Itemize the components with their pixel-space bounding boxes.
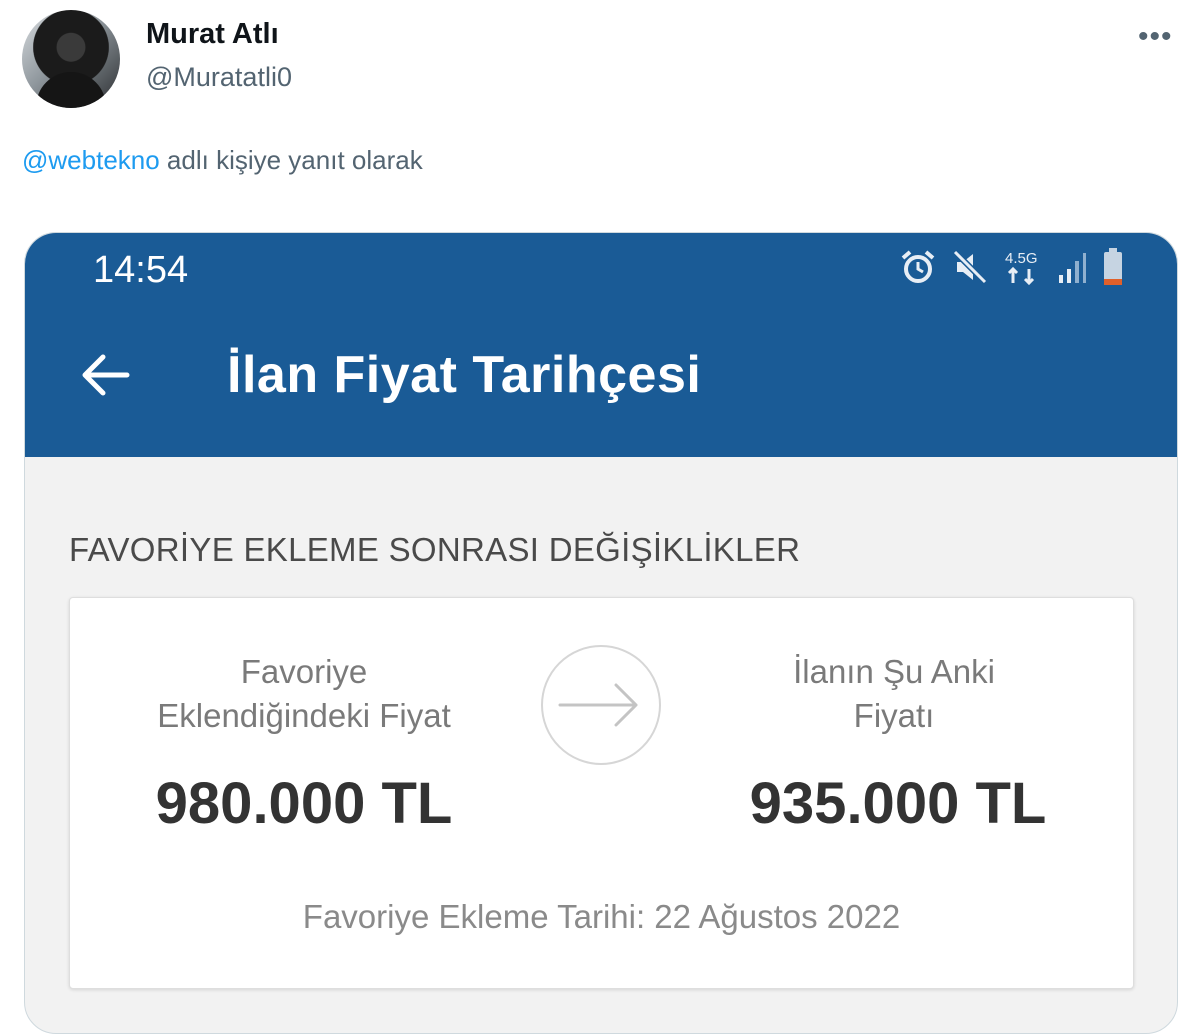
back-arrow-icon[interactable] (77, 351, 133, 399)
avatar-silhouette (36, 72, 106, 108)
current-price-value: 935.000 TL (749, 771, 1047, 836)
current-price-label-line2: Fiyatı (853, 697, 935, 734)
app-bar-title: İlan Fiyat Tarihçesi (227, 346, 702, 404)
arrow-right-icon (541, 645, 661, 765)
favorited-price-value: 980.000 TL (155, 771, 453, 836)
current-price-label: İlanın Şu Anki Fiyatı (714, 650, 1074, 738)
battery-icon (1104, 248, 1122, 285)
favorite-date: Favoriye Ekleme Tarihi: 22 Ağustos 2022 (302, 898, 901, 935)
favorited-price-label-line2: Eklendiğindeki Fiyat (157, 697, 451, 734)
reply-context: @webtekno adlı kişiye yanıt olarak (22, 145, 423, 176)
svg-text:4.5G: 4.5G (1005, 250, 1038, 267)
app-bar: 14:54 4.5G İlan Fiyat Tarihçesi (25, 233, 1177, 457)
reply-mention-link[interactable]: @webtekno (22, 145, 160, 175)
network-4.5g-icon: 4.5G (1005, 250, 1038, 286)
price-history-card: Favoriye Eklendiğindeki Fiyat İlanın Şu … (69, 597, 1134, 989)
section-label: FAVORİYE EKLEME SONRASI DEĞİŞİKLİKLER (69, 531, 801, 568)
user-name[interactable]: Murat Atlı (146, 18, 279, 51)
status-time: 14:54 (93, 249, 189, 291)
attached-screenshot[interactable]: 14:54 4.5G İlan Fiyat Tarihçesi FAVORİYE… (24, 232, 1178, 1034)
favorited-price-label: Favoriye Eklendiğindeki Fiyat (124, 650, 484, 738)
alarm-icon (901, 250, 935, 283)
user-handle[interactable]: @Muratatli0 (146, 62, 292, 93)
avatar[interactable] (22, 10, 120, 108)
more-dots-icon[interactable]: ••• (1138, 20, 1173, 54)
signal-icon (1059, 253, 1086, 283)
status-icons: 4.5G (899, 247, 1125, 287)
current-price-label-line1: İlanın Şu Anki (793, 653, 995, 690)
mute-icon (952, 249, 988, 285)
favorited-price-label-line1: Favoriye (240, 653, 368, 690)
reply-context-text: adlı kişiye yanıt olarak (159, 145, 423, 175)
